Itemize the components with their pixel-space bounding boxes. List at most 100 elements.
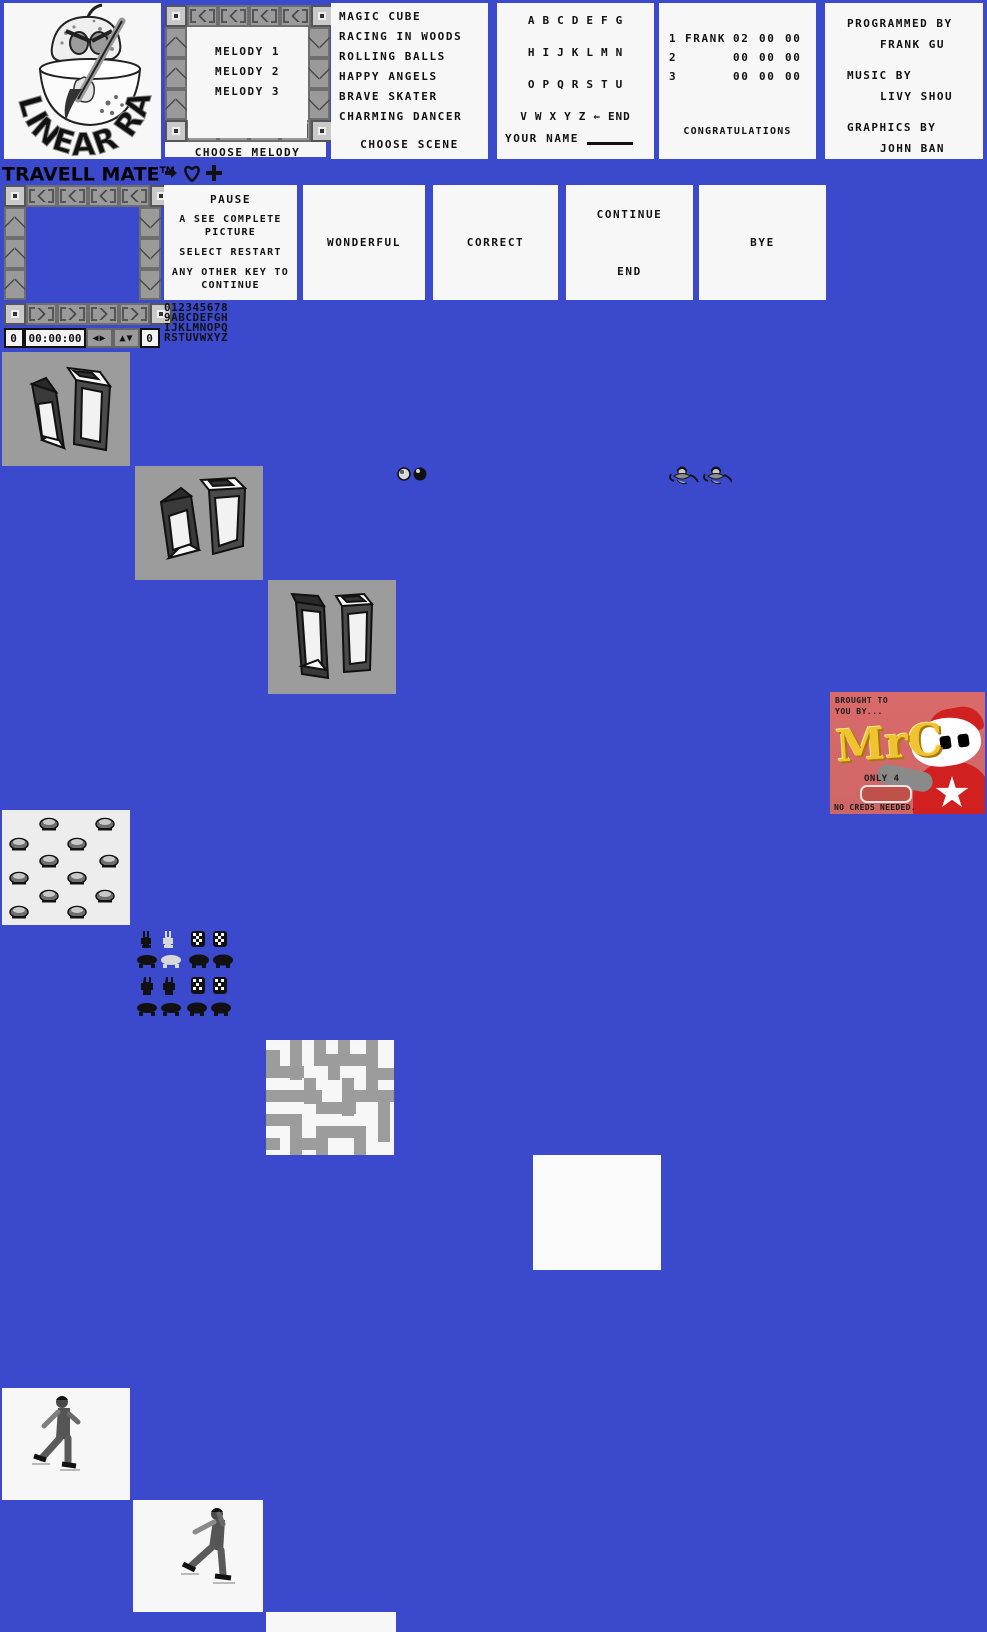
frame-corner-tile <box>165 5 187 27</box>
alpha-key-w[interactable]: W <box>535 101 543 133</box>
ball-sprites <box>397 467 427 481</box>
alpha-key-d[interactable]: D <box>572 5 580 37</box>
score-rank: 1 <box>669 32 678 45</box>
score-name: FRANK <box>685 32 727 45</box>
alpha-key-a[interactable]: A <box>528 5 536 37</box>
frame-tile-left <box>165 58 187 89</box>
frame-tile-top <box>119 185 150 207</box>
score-name <box>685 67 733 86</box>
choose-melody-panel[interactable]: MELODY 1 MELODY 2 MELODY 3 CHOOSE MELODY <box>163 3 333 159</box>
pause-title: PAUSE <box>209 193 252 206</box>
message-text: BYE <box>750 236 775 249</box>
alpha-key-s[interactable]: S <box>586 69 594 101</box>
scene-item-charming-dancer[interactable]: CHARMING DANCER <box>331 107 488 127</box>
alpha-key-f[interactable]: F <box>601 5 609 37</box>
message-box-wonderful: WONDERFUL <box>303 185 425 300</box>
alpha-key-m[interactable]: M <box>601 37 609 69</box>
alpha-key-c[interactable]: C <box>557 5 565 37</box>
pause-dialog: PAUSE A SEE COMPLETE PICTURE SELECT REST… <box>164 185 297 300</box>
alpha-key-p[interactable]: P <box>542 69 550 101</box>
frame-tile-top <box>88 185 119 207</box>
frame-tile-bottom <box>26 303 57 325</box>
alpha-key-g[interactable]: G <box>616 5 624 37</box>
mrc-wordmark: MrC <box>834 714 945 773</box>
frame-tile-right <box>308 89 330 120</box>
choose-scene-panel[interactable]: MAGIC CUBE RACING IN WOODS ROLLING BALLS… <box>331 3 488 159</box>
credit-name-artist: JOHN BAN <box>880 142 945 155</box>
heart-icon[interactable] <box>183 165 201 182</box>
scene-item-rolling-balls[interactable]: ROLLING BALLS <box>331 47 488 67</box>
skater-frame-3 <box>266 1612 396 1632</box>
alpha-key-u[interactable]: U <box>616 69 624 101</box>
alpha-key-z[interactable]: Z <box>579 101 587 133</box>
vertical-arrows-icon[interactable]: ▲▼ <box>113 328 140 348</box>
your-name-input[interactable] <box>587 132 634 145</box>
congratulations-text: CONGRATULATIONS <box>683 126 792 137</box>
alpha-key-h[interactable]: H <box>528 37 536 69</box>
mini-icon-strip <box>164 162 224 184</box>
alpha-key-i[interactable]: I <box>542 37 550 69</box>
your-name-label: YOUR NAME <box>505 132 580 145</box>
maze-pattern <box>266 1040 394 1155</box>
scene-item-magic-cube[interactable]: MAGIC CUBE <box>331 7 488 27</box>
scene-item-happy-angels[interactable]: HAPPY ANGELS <box>331 67 488 87</box>
message-box-bye: BYE <box>699 185 826 300</box>
alpha-key-q[interactable]: Q <box>557 69 565 101</box>
alpha-key-n[interactable]: N <box>616 37 624 69</box>
alpha-key-end[interactable]: END <box>608 101 631 133</box>
alphabet-row-2[interactable]: H I J K L M N <box>497 37 654 69</box>
melody-item-2[interactable]: MELODY 2 <box>188 62 307 82</box>
message-text: CORRECT <box>466 236 525 249</box>
melody-list[interactable]: MELODY 1 MELODY 2 MELODY 3 <box>188 28 307 138</box>
alpha-key-y[interactable]: Y <box>564 101 572 133</box>
horizontal-arrows-icon[interactable]: ◀▶ <box>86 328 113 348</box>
alpha-key-r[interactable]: R <box>572 69 580 101</box>
game-board-playfield[interactable] <box>26 207 139 303</box>
alphabet-row-3[interactable]: O P Q R S T U <box>497 69 654 101</box>
sprite-cell-skater-3 <box>266 1612 396 1632</box>
alpha-key-j[interactable]: J <box>557 37 565 69</box>
melody-item-1[interactable]: MELODY 1 <box>188 42 307 62</box>
logo-artwork: LINEAR RACING <box>4 3 161 159</box>
back-arrow-icon[interactable] <box>164 165 179 181</box>
credits-panel: PROGRAMMED BY FRANK GU MUSIC BY LIVY SHO… <box>825 3 983 159</box>
alpha-key-o[interactable]: O <box>528 69 536 101</box>
pause-line-restart: SELECT RESTART <box>179 247 282 258</box>
name-entry-panel[interactable]: A B C D E F G H I J K L M N O P Q R S T … <box>497 3 654 159</box>
choose-scene-caption: CHOOSE SCENE <box>360 138 459 151</box>
score-time-part: 00 <box>759 32 776 45</box>
alpha-key-x[interactable]: X <box>549 101 557 133</box>
travell-mate-wordmark: TRAVELL MATETM <box>2 160 175 185</box>
alpha-key-t[interactable]: T <box>601 69 609 101</box>
alpha-key-l[interactable]: L <box>586 37 594 69</box>
bitmap-font-charset: 012345678 9ABCDEFGH IJKLMNOPQ RSTUVWXYZ <box>164 302 254 344</box>
frame-corner-tile <box>311 5 333 27</box>
frame-tile-top <box>249 5 280 27</box>
score-time-part: 02 <box>733 32 750 45</box>
alpha-key-e[interactable]: E <box>586 5 594 37</box>
frame-tile-bottom <box>119 303 150 325</box>
frame-tile-top <box>187 5 218 27</box>
mrc-top-line-1: BROUGHT TO <box>835 696 889 705</box>
mrc-pill-graphic <box>860 785 912 803</box>
melody-item-3[interactable]: MELODY 3 <box>188 82 307 102</box>
sprite-cell-magic-cube-1 <box>2 352 130 466</box>
frame-corner-tile <box>311 120 333 142</box>
alpha-key-k[interactable]: K <box>572 37 580 69</box>
plus-icon[interactable] <box>205 164 223 182</box>
credit-role-graphics: GRAPHICS BY <box>847 121 937 134</box>
backspace-arrow-icon[interactable]: ← <box>593 101 601 133</box>
alpha-key-v[interactable]: V <box>520 101 528 133</box>
score-time-part: 00 <box>785 32 802 45</box>
score-rank: 3 <box>669 70 678 83</box>
charset-row-4: RSTUVWXYZ <box>164 331 229 344</box>
alpha-key-b[interactable]: B <box>542 5 550 37</box>
timer-left-counter: 0 <box>4 328 24 348</box>
frame-tile-left <box>165 27 187 58</box>
sprite-cell-skater-2 <box>133 1500 263 1612</box>
scene-item-racing-in-woods[interactable]: RACING IN WOODS <box>331 27 488 47</box>
alphabet-row-4[interactable]: V W X Y Z ← END <box>497 101 654 133</box>
scene-item-brave-skater[interactable]: BRAVE SKATER <box>331 87 488 107</box>
high-score-panel: 1 FRANK 02 00 00 2 00 00 00 3 00 00 00 C… <box>659 3 816 159</box>
alphabet-row-1[interactable]: A B C D E F G <box>497 5 654 37</box>
